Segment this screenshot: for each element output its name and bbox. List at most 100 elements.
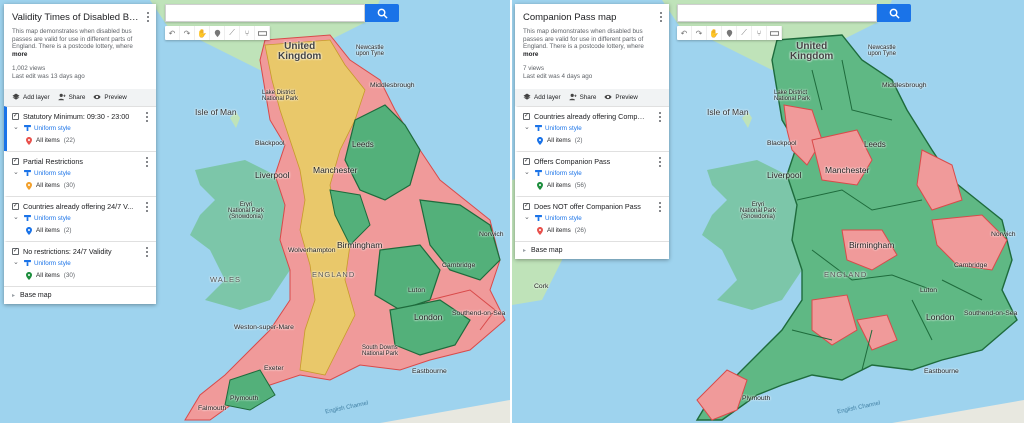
layer-name[interactable]: Statutory Minimum: 09:30 - 23:00 [23, 112, 135, 121]
all-items-row[interactable]: All items (22) [12, 136, 150, 145]
layer-name[interactable]: Countries already offering 24/7 V... [23, 202, 135, 211]
layer-partial-restrictions[interactable]: ✓ Partial Restrictions ⌄ Uniform style All… [4, 150, 156, 196]
more-options-icon[interactable] [658, 11, 664, 23]
label-isle-of-man: Isle of Man [707, 107, 749, 117]
more-link[interactable]: more [523, 51, 661, 58]
more-options-icon[interactable] [145, 11, 151, 23]
undo-icon[interactable]: ↶ [677, 26, 692, 40]
layer-options-icon[interactable] [657, 201, 663, 213]
layer-name[interactable]: No restrictions: 24/7 Validity [23, 247, 135, 256]
all-items-row[interactable]: All items (2) [523, 136, 663, 145]
layer-statutory-minimum[interactable]: ✓ Statutory Minimum: 09:30 - 23:00 ⌄ Unifo… [4, 105, 156, 151]
layer-checkbox[interactable]: ✓ [12, 202, 19, 210]
base-map-toggle[interactable]: ▸ Base map [4, 285, 156, 304]
map-title[interactable]: Companion Pass map [523, 12, 653, 24]
layer-countries-companion[interactable]: ✓ Countries already offering Compa... ⌄ Un… [515, 105, 669, 151]
search-icon [889, 8, 900, 19]
label-england: ENGLAND [312, 270, 356, 279]
map-title[interactable]: Validity Times of Disabled Bus Pa... [12, 12, 142, 24]
all-items-row[interactable]: All items (56) [523, 181, 663, 190]
layer-options-icon[interactable] [144, 156, 150, 168]
uniform-style-link[interactable]: Uniform style [24, 260, 71, 267]
draw-line-icon[interactable]: ⟋ [225, 26, 240, 40]
uniform-style-link[interactable]: Uniform style [24, 170, 71, 177]
layer-name[interactable]: Offers Companion Pass [534, 157, 646, 166]
layer-options-icon[interactable] [657, 111, 663, 123]
label-wales: WALES [210, 275, 241, 284]
redo-icon[interactable]: ↷ [180, 26, 195, 40]
layer-name[interactable]: Countries already offering Compa... [534, 112, 646, 121]
preview-button[interactable]: Preview [604, 93, 638, 101]
layer-checkbox[interactable]: ✓ [12, 112, 19, 120]
last-edit: Last edit was 4 days ago [523, 72, 593, 80]
more-link[interactable]: more [12, 51, 148, 58]
layer-checkbox[interactable]: ✓ [523, 157, 530, 165]
hand-icon[interactable]: ✋ [195, 26, 210, 40]
uniform-style-link[interactable]: Uniform style [24, 125, 71, 132]
wales-shape [702, 160, 802, 310]
all-items-row[interactable]: All items (30) [12, 271, 150, 280]
ruler-icon[interactable] [767, 26, 782, 40]
search-button[interactable] [365, 4, 399, 22]
views-count: 7 views [523, 64, 544, 72]
layer-checkbox[interactable]: ✓ [523, 112, 530, 120]
layer-offers-companion[interactable]: ✓ Offers Companion Pass ⌄ Uniform style Al… [515, 150, 669, 196]
uniform-style-link[interactable]: Uniform style [535, 125, 582, 132]
chevron-down-icon[interactable]: ⌄ [13, 124, 19, 131]
marker-icon[interactable] [722, 26, 737, 40]
share-button[interactable]: Share [569, 93, 596, 101]
layer-options-icon[interactable] [144, 201, 150, 213]
layer-options-icon[interactable] [144, 111, 150, 123]
label-england: ENGLAND [824, 270, 868, 279]
chevron-down-icon[interactable]: ⌄ [524, 169, 530, 176]
chevron-down-icon[interactable]: ⌄ [524, 214, 530, 221]
ruler-icon[interactable] [255, 26, 270, 40]
left-map-pane[interactable]: United Kingdom Newcastle upon Tyne Middl… [0, 0, 510, 423]
uniform-style-link[interactable]: Uniform style [535, 170, 582, 177]
layer-checkbox[interactable]: ✓ [12, 247, 19, 255]
layer-checkbox[interactable]: ✓ [12, 157, 19, 165]
layer-options-icon[interactable] [657, 156, 663, 168]
layer-no-companion[interactable]: ✓ Does NOT offer Companion Pass ⌄ Uniform … [515, 195, 669, 241]
map-pin-icon [537, 136, 543, 145]
undo-icon[interactable]: ↶ [165, 26, 180, 40]
search-input[interactable] [677, 4, 877, 22]
label-weston: Weston-super-Mare [234, 324, 294, 331]
uniform-style-link[interactable]: Uniform style [535, 215, 582, 222]
chevron-down-icon[interactable]: ⌄ [13, 259, 19, 266]
chevron-down-icon[interactable]: ⌄ [524, 124, 530, 131]
base-map-toggle[interactable]: ▸ Base map [515, 240, 669, 259]
map-pin-icon [26, 136, 32, 145]
hand-icon[interactable]: ✋ [707, 26, 722, 40]
right-map-pane[interactable]: United Kingdom Newcastle upon Tyne Middl… [512, 0, 1024, 423]
map-pin-icon [26, 271, 32, 280]
share-button[interactable]: Share [58, 93, 85, 101]
search-button[interactable] [877, 4, 911, 22]
label-middlesbrough: Middlesbrough [882, 82, 927, 89]
layer-name[interactable]: Partial Restrictions [23, 157, 135, 166]
redo-icon[interactable]: ↷ [692, 26, 707, 40]
label-newcastle: Newcastle upon Tyne [356, 45, 384, 57]
add-layer-button[interactable]: Add layer [523, 93, 561, 101]
all-items-row[interactable]: All items (26) [523, 226, 663, 235]
marker-icon[interactable] [210, 26, 225, 40]
layer-countries-24-7[interactable]: ✓ Countries already offering 24/7 V... ⌄ U… [4, 195, 156, 241]
layer-no-restrictions[interactable]: ✓ No restrictions: 24/7 Validity ⌄ Uniform… [4, 240, 156, 286]
add-layer-button[interactable]: Add layer [12, 93, 50, 101]
layer-checkbox[interactable]: ✓ [523, 202, 530, 210]
directions-icon[interactable]: ⑂ [240, 26, 255, 40]
label-london: London [414, 312, 443, 322]
paint-brush-icon [24, 125, 31, 131]
directions-icon[interactable]: ⑂ [752, 26, 767, 40]
draw-line-icon[interactable]: ⟋ [737, 26, 752, 40]
label-london: London [926, 312, 955, 322]
layer-options-icon[interactable] [144, 246, 150, 258]
preview-button[interactable]: Preview [93, 93, 127, 101]
layer-name[interactable]: Does NOT offer Companion Pass [534, 202, 646, 211]
uniform-style-link[interactable]: Uniform style [24, 215, 71, 222]
chevron-down-icon[interactable]: ⌄ [13, 214, 19, 221]
search-input[interactable] [165, 4, 365, 22]
all-items-row[interactable]: All items (2) [12, 226, 150, 235]
all-items-row[interactable]: All items (30) [12, 181, 150, 190]
chevron-down-icon[interactable]: ⌄ [13, 169, 19, 176]
